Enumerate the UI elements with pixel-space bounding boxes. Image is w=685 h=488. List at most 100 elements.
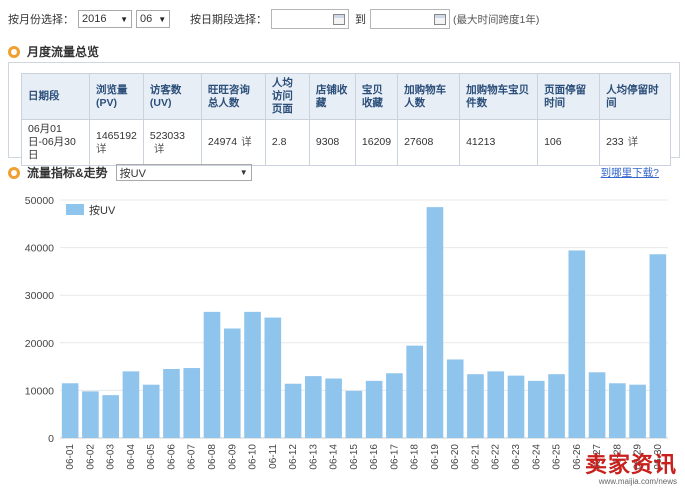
summary-table: 日期段 浏览量 (PV) 访客数 (UV) 旺旺咨询总人数 人均访问页面 店铺收… (21, 73, 671, 166)
bar-06-05 (142, 384, 160, 438)
date-range-label: 按日期段选择： (190, 14, 267, 26)
wangwang-value: 24974 (207, 136, 238, 148)
bar-06-20 (446, 359, 464, 438)
section-bullet-icon (8, 45, 20, 58)
x-tick-label: 06-26 (572, 444, 583, 470)
bar-06-09 (223, 328, 241, 438)
cell-page-dwell-time: 106 (537, 119, 601, 166)
cell-cart-users: 27608 (397, 119, 461, 166)
cell-shop-favorites: 9308 (308, 119, 356, 166)
pv-value: 1465192 (96, 129, 137, 142)
col-item-favorites: 宝贝收藏 (354, 73, 399, 120)
x-tick-label: 06-24 (531, 444, 542, 470)
pv-detail-link[interactable]: 详 (96, 143, 107, 155)
section-bullet-icon (8, 166, 20, 179)
x-tick-label: 06-25 (552, 444, 563, 470)
bar-06-28 (609, 383, 626, 438)
bar-06-07 (183, 368, 201, 438)
y-tick-label: 10000 (25, 385, 54, 397)
x-tick-label: 06-03 (106, 444, 117, 470)
trend-title: 流量指标&走势 (27, 166, 108, 180)
bar-06-18 (406, 345, 423, 438)
bar-06-10 (244, 311, 261, 438)
x-tick-label: 06-12 (288, 444, 299, 470)
watermark-url: www.maijia.com/news (598, 477, 677, 486)
metric-select-value: 按UV (119, 167, 146, 180)
x-tick-label: 06-06 (166, 444, 177, 470)
x-tick-label: 06-17 (389, 444, 400, 470)
summary-section-header: 月度流量总览 (8, 43, 99, 60)
uv-trend-chart: 0 10000 20000 30000 40000 50000 06-01 06-02 06-0… (0, 188, 685, 488)
y-tick-label: 20000 (25, 338, 54, 350)
watermark-logo: 卖家资讯 www.maijia.com/news (584, 452, 677, 487)
col-uv: 访客数 (UV) (142, 73, 202, 120)
bar-06-22 (487, 371, 505, 438)
calendar-icon[interactable] (333, 13, 345, 25)
bar-06-29 (629, 384, 646, 438)
date-separator: 到 (355, 14, 366, 26)
bar-06-04 (122, 371, 140, 438)
bar-06-14 (325, 378, 342, 438)
x-tick-label: 06-18 (410, 444, 421, 470)
summary-panel: 日期段 浏览量 (PV) 访客数 (UV) 旺旺咨询总人数 人均访问页面 店铺收… (8, 62, 680, 166)
col-shop-favorites: 店铺收藏 (308, 73, 356, 120)
chevron-down-icon: ▼ (158, 14, 167, 24)
bar-chart-svg: 0 10000 20000 30000 40000 50000 06-01 06-02 06-0… (25, 195, 668, 470)
bar-06-26 (568, 250, 586, 438)
uv-detail-link[interactable]: 详 (154, 143, 165, 155)
col-page-dwell-time: 页面停留时间 (537, 73, 601, 120)
x-tick-label: 06-10 (248, 444, 259, 470)
col-cart-items: 加购物车宝贝件数 (459, 73, 539, 120)
x-tick-label: 06-21 (470, 444, 481, 470)
start-date-input[interactable] (271, 9, 349, 29)
bar-06-17 (386, 373, 403, 438)
bar-06-27 (588, 372, 606, 438)
uv-value: 523033 (149, 129, 185, 142)
bar-06-02 (82, 391, 99, 438)
x-tick-label: 06-02 (85, 444, 96, 470)
filter-bar: 按月份选择： 2016 ▼ 06 ▼ 按日期段选择： 到 (最大时间跨度1年) (8, 8, 680, 30)
bar-06-15 (345, 390, 363, 438)
metric-select[interactable]: 按UV ▼ (115, 164, 252, 181)
y-tick-label: 50000 (25, 195, 54, 207)
avg-dwell-value: 233 (606, 136, 624, 148)
year-select[interactable]: 2016 ▼ (78, 10, 132, 28)
cell-date-range: 06月01日-06月30日 (21, 119, 90, 166)
legend-swatch (66, 204, 84, 215)
year-select-value: 2016 (82, 13, 107, 25)
x-tick-label: 06-05 (146, 444, 157, 470)
end-date-input[interactable] (370, 9, 450, 29)
cell-cart-items: 41213 (459, 119, 539, 166)
download-link[interactable]: 到哪里下载? (601, 165, 659, 180)
avg-dwell-detail-link[interactable]: 详 (628, 136, 639, 148)
bar-06-24 (527, 380, 545, 438)
x-tick-label: 06-09 (227, 444, 238, 470)
col-pages-per-visitor: 人均访问页面 (264, 73, 310, 120)
chevron-down-icon: ▼ (120, 14, 128, 24)
cell-avg-dwell-time: 233 详 (599, 119, 671, 166)
bar-06-08 (203, 311, 221, 438)
col-pv: 浏览量 (PV) (89, 73, 144, 120)
x-tick-label: 06-14 (329, 444, 340, 470)
x-tick-label: 06-22 (491, 444, 502, 470)
calendar-icon[interactable] (434, 13, 446, 25)
watermark-text: 卖家资讯 (584, 452, 677, 477)
wangwang-detail-link[interactable]: 详 (241, 136, 252, 148)
date-range-hint: (最大时间跨度1年) (453, 13, 540, 26)
x-tick-label: 06-08 (207, 444, 218, 470)
x-tick-label: 06-04 (126, 444, 137, 470)
bar-06-16 (365, 380, 383, 438)
month-filter-label: 按月份选择： (8, 14, 74, 26)
bar-06-23 (507, 375, 525, 438)
x-tick-label: 06-01 (65, 444, 76, 470)
legend-label: 按UV (89, 203, 116, 217)
month-select-value: 06 (140, 13, 153, 25)
y-tick-label: 0 (48, 433, 54, 445)
month-select[interactable]: 06 ▼ (136, 10, 170, 28)
bar-06-11 (264, 317, 282, 438)
y-tick-label: 40000 (25, 243, 54, 255)
x-tick-label: 06-23 (511, 444, 522, 470)
summary-title: 月度流量总览 (27, 45, 100, 59)
cell-pages-per-visitor: 2.8 (264, 119, 310, 166)
col-avg-dwell-time: 人均停留时间 (599, 73, 671, 120)
